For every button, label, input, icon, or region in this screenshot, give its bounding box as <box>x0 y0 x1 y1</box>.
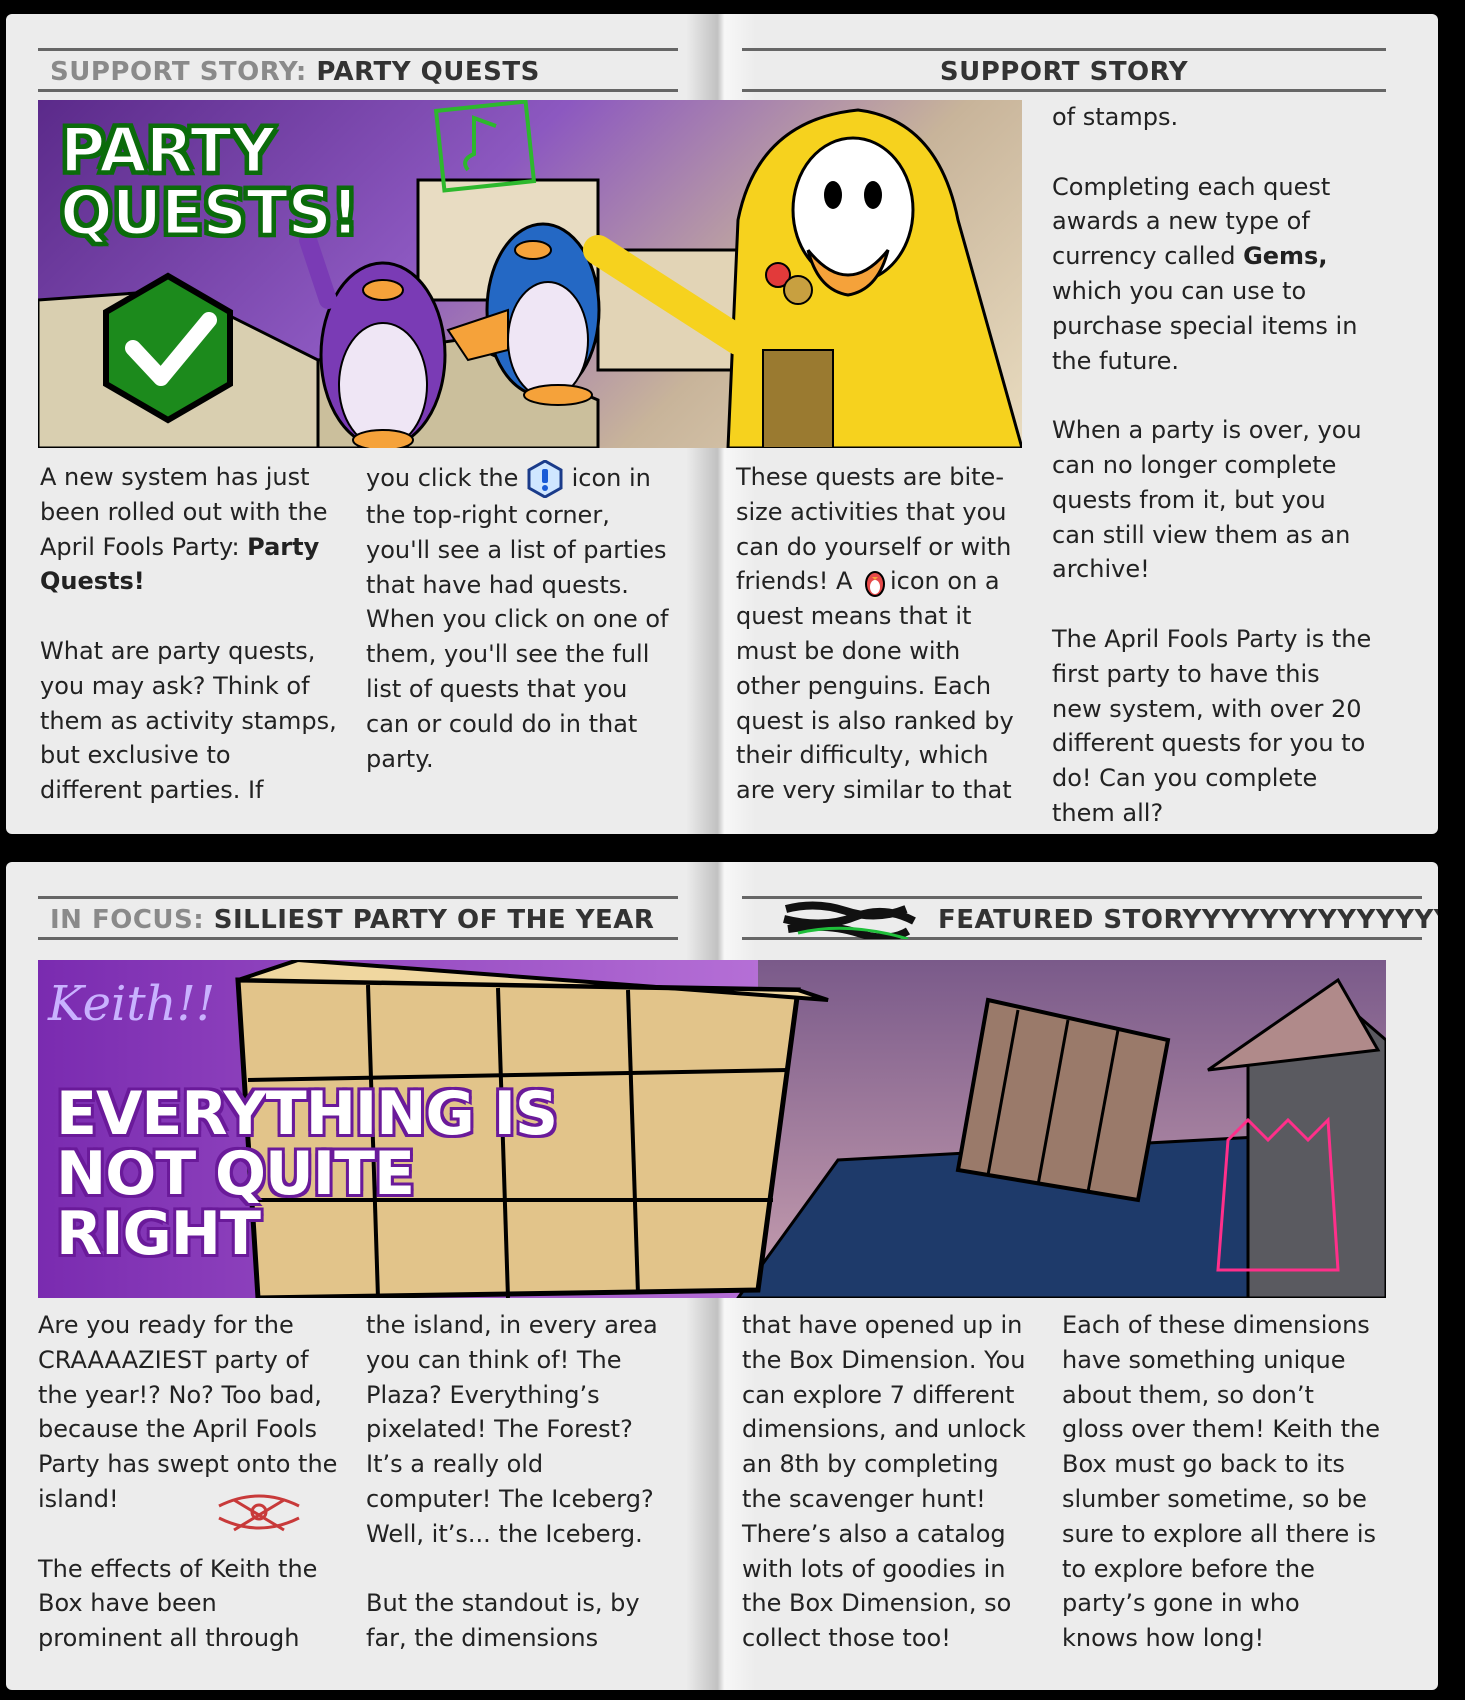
header-title: PARTY QUESTS <box>316 57 540 87</box>
bottom-column-4: Each of these dimensions have something … <box>1062 1308 1382 1690</box>
scribble-mark-icon <box>783 901 916 939</box>
paragraph: of stamps. <box>1052 103 1179 131</box>
headline-line-1: EVERYTHING IS <box>56 1079 558 1149</box>
bold-text: Gems, <box>1243 242 1328 271</box>
top-column-1: A new system has just been rolled out wi… <box>40 460 340 834</box>
party-quests-title: PARTY QUESTS! <box>59 114 361 249</box>
paragraph: When a party is over, you can no longer … <box>1052 416 1362 584</box>
everything-not-quite-right-banner: Keith!! EVERYTHING IS NOT QUITE RIGHT <box>38 960 1386 1298</box>
banner-headline: EVERYTHING IS NOT QUITE RIGHT <box>56 1079 558 1269</box>
top-column-3: These quests are bite-size activities th… <box>736 460 1026 834</box>
text: you click the <box>366 464 526 492</box>
top-left-section-header: SUPPORT STORY: PARTY QUESTS <box>38 48 678 92</box>
party-quests-banner: PARTY QUESTS! <box>38 100 1022 448</box>
headline-line-2: NOT QUITE <box>56 1139 415 1209</box>
paragraph: the island, in every area you can think … <box>366 1311 658 1548</box>
paragraph: that have opened up in the Box Dimension… <box>742 1311 1026 1653</box>
bottom-right-section-header: FEATURED STORYYYYYYYYYYYYYY <box>742 896 1438 940</box>
paragraph: A new system has just been rolled out wi… <box>40 460 340 599</box>
paragraph: Completing each quest awards a new type … <box>1052 170 1372 379</box>
paragraph: The April Fools Party is the first party… <box>1052 624 1372 827</box>
yellow-penguin-illustration <box>583 108 1022 448</box>
paragraph: you click the icon in the top-right corn… <box>366 459 676 776</box>
header-lead: SUPPORT STORY: <box>50 57 307 87</box>
paragraph: These quests are bite-size activities th… <box>736 460 1026 808</box>
paragraph: But the standout is, by far, the dimensi… <box>366 1589 640 1653</box>
bottom-newspaper-spread: IN FOCUS: SILLIEST PARTY OF THE YEAR FEA… <box>6 862 1438 1690</box>
top-newspaper-spread: SUPPORT STORY: PARTY QUESTS SUPPORT STOR… <box>6 14 1438 834</box>
paragraph: What are party quests, you may ask? Thin… <box>40 636 337 805</box>
header-title: SILLIEST PARTY OF THE YEAR <box>213 905 655 935</box>
header-lead: IN FOCUS: <box>50 905 205 935</box>
bottom-column-2: the island, in every area you can think … <box>366 1308 676 1690</box>
header-title: SUPPORT STORY <box>939 57 1189 87</box>
bottom-column-1: Are you ready for the CRAAAAZIEST party … <box>38 1308 348 1690</box>
keith-scribble: Keith!! <box>48 976 216 1032</box>
top-right-section-header: SUPPORT STORY <box>742 48 1386 92</box>
top-column-2: you click the icon in the top-right corn… <box>366 459 676 811</box>
paragraph: Each of these dimensions have something … <box>1062 1311 1380 1653</box>
bottom-left-section-header: IN FOCUS: SILLIEST PARTY OF THE YEAR <box>38 896 678 940</box>
music-note-icon <box>433 100 537 193</box>
text: which you can use to purchase special it… <box>1052 276 1358 375</box>
headline-line-3: RIGHT <box>56 1199 261 1269</box>
red-eye-doodle-icon <box>218 1494 300 1532</box>
top-column-4: of stamps. Completing each quest awards … <box>1052 100 1372 834</box>
bottom-column-3: that have opened up in the Box Dimension… <box>742 1308 1042 1690</box>
text: icon in the top-right corner, you'll see… <box>366 464 669 773</box>
quest-alert-icon <box>527 459 563 499</box>
text: icon on a quest means that it must be do… <box>736 567 1014 805</box>
header-title: FEATURED STORYYYYYYYYYYYYYY <box>938 905 1438 935</box>
penguin-group-icon <box>865 571 885 598</box>
paragraph: The effects of Keith the Box have been p… <box>38 1554 318 1653</box>
